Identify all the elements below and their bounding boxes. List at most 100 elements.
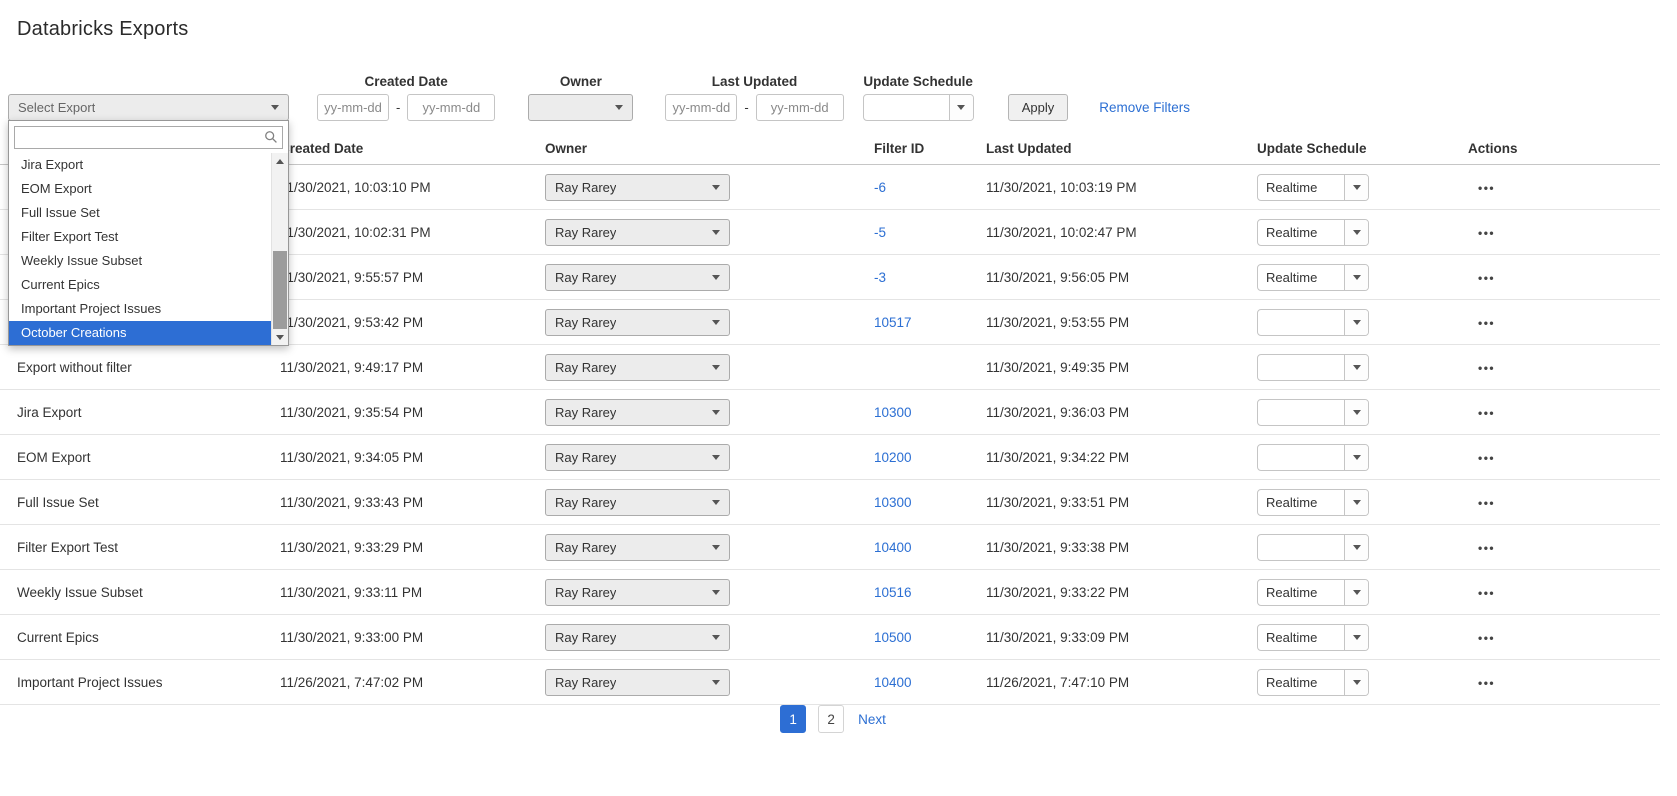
scroll-up-arrow-icon[interactable] [272, 153, 288, 169]
dropdown-item[interactable]: EOM Export [9, 177, 271, 201]
owner-select[interactable]: Ray Rarey [545, 399, 730, 426]
pagination-next-link[interactable]: Next [858, 712, 886, 727]
scroll-down-arrow-icon[interactable] [272, 329, 288, 345]
dropdown-search-input[interactable] [14, 126, 283, 149]
filter-id-link[interactable]: 10517 [874, 315, 912, 330]
export-name-cell: Important Project Issues [0, 660, 263, 705]
dropdown-item[interactable]: Filter Export Test [9, 225, 271, 249]
export-name-cell: Jira Export [0, 390, 263, 435]
actions-menu-button[interactable]: ••• [1478, 586, 1495, 600]
update-schedule-value: Realtime [1258, 490, 1344, 515]
actions-cell: ••• [1456, 615, 1660, 660]
select-caret-segment [1344, 580, 1368, 605]
last-updated-to-input[interactable] [756, 94, 844, 121]
last-updated-cell: 11/30/2021, 9:33:51 PM [972, 480, 1244, 525]
owner-select[interactable]: Ray Rarey [545, 489, 730, 516]
scrollbar-thumb[interactable] [273, 251, 287, 329]
filter-id-link[interactable]: -3 [874, 270, 886, 285]
created-date-from-input[interactable] [317, 94, 389, 121]
header-created-date: Created Date [263, 133, 530, 165]
owner-cell: Ray Rarey [530, 345, 860, 390]
owner-select[interactable]: Ray Rarey [545, 354, 730, 381]
actions-menu-button[interactable]: ••• [1478, 676, 1495, 690]
filter-id-link[interactable]: 10400 [874, 675, 912, 690]
dropdown-scrollbar[interactable] [271, 153, 288, 345]
actions-menu-button[interactable]: ••• [1478, 271, 1495, 285]
update-schedule-select[interactable] [1257, 399, 1369, 426]
select-export-dropdown[interactable]: Select Export [8, 94, 289, 121]
actions-menu-button[interactable]: ••• [1478, 316, 1495, 330]
filter-id-link[interactable]: -6 [874, 180, 886, 195]
update-schedule-select[interactable]: Realtime [1257, 264, 1369, 291]
owner-select-value: Ray Rarey [555, 675, 616, 690]
filter-id-link[interactable]: 10400 [874, 540, 912, 555]
owner-select[interactable]: Ray Rarey [545, 579, 730, 606]
filter-id-link[interactable]: 10516 [874, 585, 912, 600]
actions-menu-button[interactable]: ••• [1478, 226, 1495, 240]
actions-menu-button[interactable]: ••• [1478, 631, 1495, 645]
page-title: Databricks Exports [17, 18, 188, 41]
owner-cell: Ray Rarey [530, 615, 860, 660]
page-button-2[interactable]: 2 [818, 705, 844, 733]
actions-menu-button[interactable]: ••• [1478, 406, 1495, 420]
header-filter-id: Filter ID [860, 133, 972, 165]
owner-select[interactable]: Ray Rarey [545, 219, 730, 246]
update-schedule-value: Realtime [1258, 625, 1344, 650]
owner-select[interactable]: Ray Rarey [545, 669, 730, 696]
dropdown-item[interactable]: Important Project Issues [9, 297, 271, 321]
owner-select[interactable]: Ray Rarey [545, 309, 730, 336]
update-schedule-select[interactable] [1257, 444, 1369, 471]
created-date-filter-label: Created Date [365, 74, 448, 89]
actions-cell: ••• [1456, 210, 1660, 255]
owner-filter-group: Owner [528, 74, 633, 121]
owner-select[interactable]: Ray Rarey [545, 534, 730, 561]
update-schedule-select[interactable] [1257, 354, 1369, 381]
owner-select[interactable]: Ray Rarey [545, 174, 730, 201]
actions-menu-button[interactable]: ••• [1478, 496, 1495, 510]
update-schedule-cell [1244, 345, 1456, 390]
dropdown-item[interactable]: October Creations [9, 321, 271, 345]
owner-cell: Ray Rarey [530, 660, 860, 705]
owner-select[interactable]: Ray Rarey [545, 264, 730, 291]
update-schedule-value: Realtime [1258, 580, 1344, 605]
page-button-1[interactable]: 1 [780, 705, 806, 733]
update-schedule-select[interactable] [1257, 309, 1369, 336]
created-date-to-input[interactable] [407, 94, 495, 121]
dropdown-item[interactable]: Weekly Issue Subset [9, 249, 271, 273]
filter-id-link[interactable]: -5 [874, 225, 886, 240]
owner-select[interactable]: Ray Rarey [545, 624, 730, 651]
update-schedule-filter-select[interactable] [863, 94, 974, 121]
dropdown-item[interactable]: Current Epics [9, 273, 271, 297]
caret-down-icon [712, 365, 720, 370]
dropdown-item[interactable]: Jira Export [9, 153, 271, 177]
update-schedule-select[interactable]: Realtime [1257, 174, 1369, 201]
update-schedule-select[interactable]: Realtime [1257, 669, 1369, 696]
owner-select[interactable]: Ray Rarey [545, 444, 730, 471]
last-updated-from-input[interactable] [665, 94, 737, 121]
update-schedule-select[interactable]: Realtime [1257, 219, 1369, 246]
update-schedule-select[interactable] [1257, 534, 1369, 561]
actions-menu-button[interactable]: ••• [1478, 451, 1495, 465]
actions-cell: ••• [1456, 255, 1660, 300]
filter-id-link[interactable]: 10300 [874, 405, 912, 420]
owner-select-value: Ray Rarey [555, 180, 616, 195]
update-schedule-select[interactable]: Realtime [1257, 624, 1369, 651]
last-updated-filter-label: Last Updated [712, 74, 798, 89]
apply-button[interactable]: Apply [1008, 94, 1069, 121]
update-schedule-select[interactable]: Realtime [1257, 489, 1369, 516]
actions-menu-button[interactable]: ••• [1478, 541, 1495, 555]
actions-menu-button[interactable]: ••• [1478, 181, 1495, 195]
dropdown-item[interactable]: Full Issue Set [9, 201, 271, 225]
update-schedule-value: Realtime [1258, 175, 1344, 200]
filter-id-link[interactable]: 10200 [874, 450, 912, 465]
filter-id-link[interactable]: 10300 [874, 495, 912, 510]
update-schedule-select[interactable]: Realtime [1257, 579, 1369, 606]
filter-id-link[interactable]: 10500 [874, 630, 912, 645]
owner-filter-select[interactable] [528, 94, 633, 121]
update-schedule-filter-group: Update Schedule [863, 74, 974, 121]
owner-cell: Ray Rarey [530, 525, 860, 570]
actions-menu-button[interactable]: ••• [1478, 361, 1495, 375]
remove-filters-link[interactable]: Remove Filters [1099, 100, 1190, 115]
filter-id-cell: 10400 [860, 660, 972, 705]
filter-bar: Select Export Created Date - Owner Last … [8, 74, 1190, 121]
